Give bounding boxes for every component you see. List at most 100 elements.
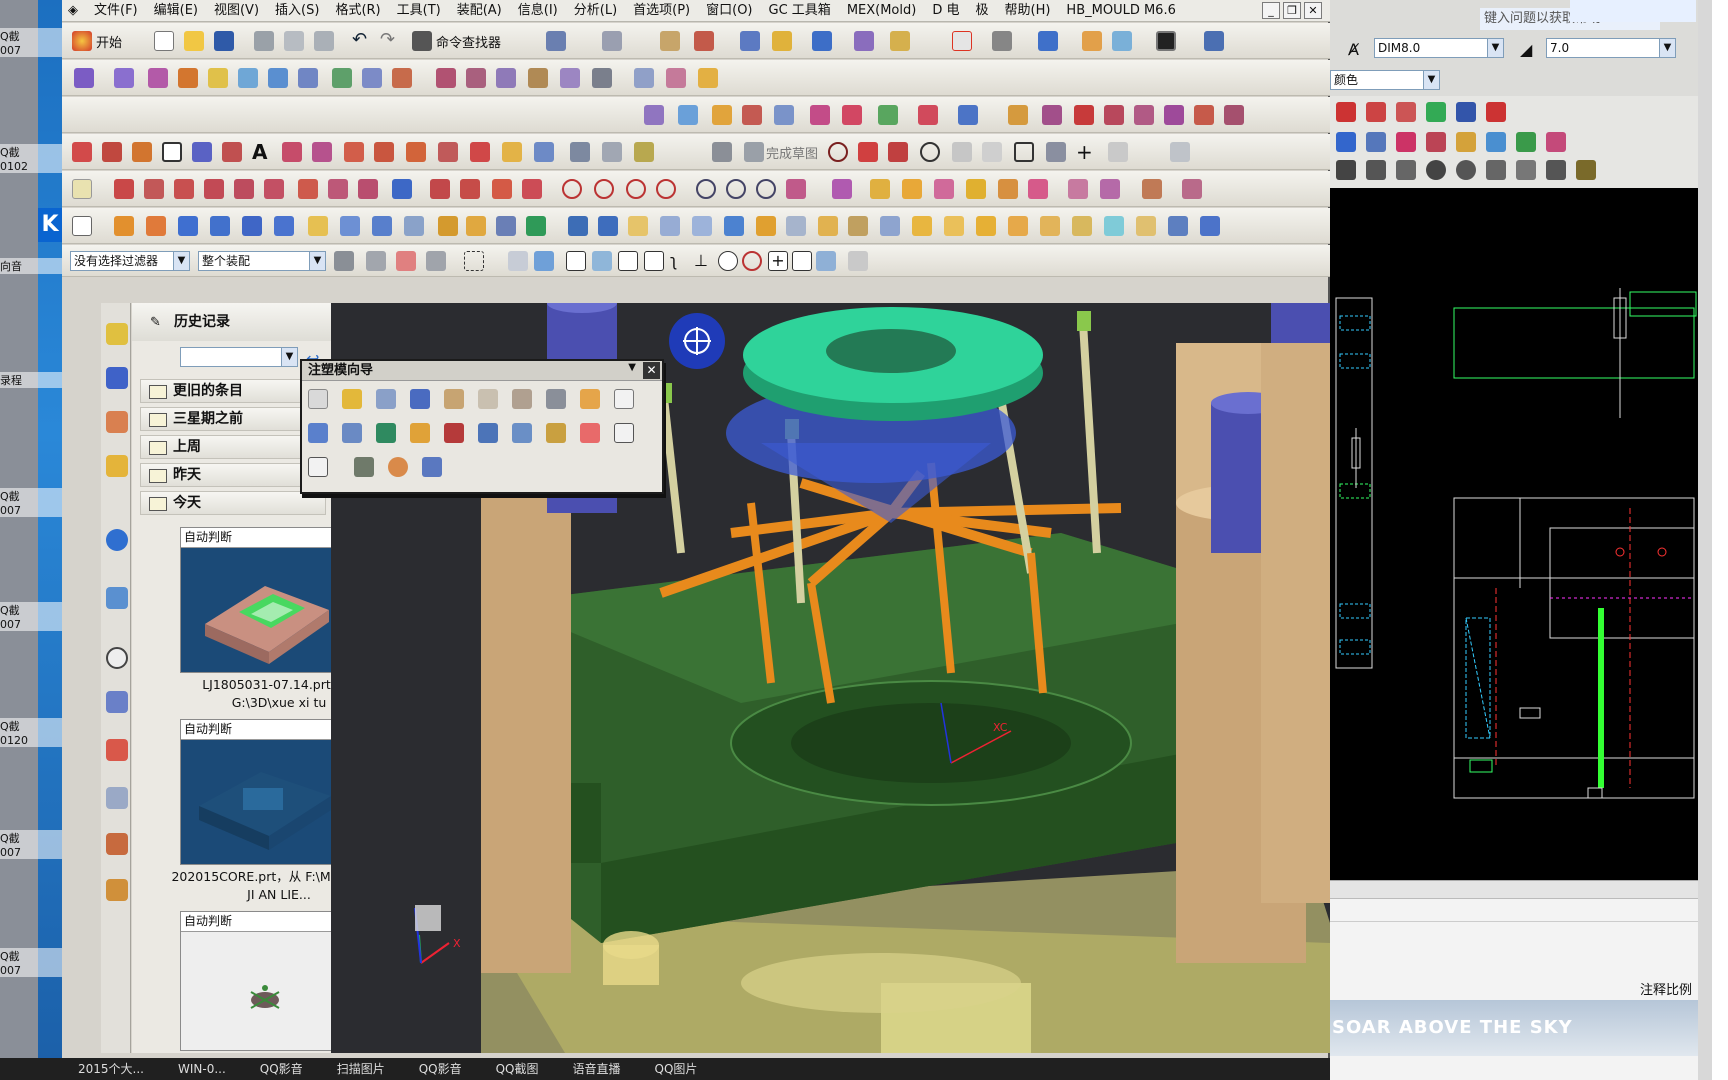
- toolbar-icon[interactable]: [534, 142, 554, 162]
- intersection-icon[interactable]: +: [768, 251, 788, 271]
- toolbar-icon[interactable]: [1008, 216, 1028, 236]
- view-icon[interactable]: [812, 31, 832, 51]
- pin-icon[interactable]: ✎: [150, 315, 161, 330]
- menu-gc-toolkit[interactable]: GC 工具箱: [761, 0, 839, 22]
- toolbar-icon[interactable]: [396, 251, 416, 271]
- toolbar-icon[interactable]: [660, 216, 680, 236]
- desktop-icon-label[interactable]: Q截: [0, 948, 62, 964]
- toolbar-icon[interactable]: [146, 216, 166, 236]
- wizard-icon[interactable]: [422, 457, 442, 477]
- toolbar-icon[interactable]: [1366, 160, 1386, 180]
- toolbar-icon[interactable]: [1396, 132, 1416, 152]
- toolbar-icon[interactable]: [358, 179, 378, 199]
- roles-icon[interactable]: [106, 833, 128, 855]
- taskbar-item[interactable]: 语音直播: [573, 1058, 621, 1080]
- toolbar-icon[interactable]: [712, 105, 732, 125]
- trim-icon[interactable]: [1170, 142, 1190, 162]
- toolbar-icon[interactable]: [1336, 102, 1356, 122]
- toolbar-icon[interactable]: [312, 142, 332, 162]
- display-icon[interactable]: [1112, 31, 1132, 51]
- toolbar-icon[interactable]: [1516, 160, 1536, 180]
- toolbar-icon[interactable]: [774, 105, 794, 125]
- polygon-icon[interactable]: [192, 142, 212, 162]
- tangent-icon[interactable]: [792, 251, 812, 271]
- toolbar-icon[interactable]: [264, 179, 284, 199]
- toolbar-icon[interactable]: [1546, 132, 1566, 152]
- toolbar-icon[interactable]: [332, 68, 352, 88]
- block-icon[interactable]: [210, 216, 230, 236]
- menu-hb-mould[interactable]: HB_MOULD M6.6: [1058, 0, 1183, 22]
- start-button-label[interactable]: 开始: [96, 32, 122, 51]
- cloud-icon[interactable]: [1570, 0, 1696, 22]
- toolbar-icon[interactable]: [534, 251, 554, 271]
- perpendicular-icon[interactable]: ⊥: [694, 251, 714, 271]
- toolbar-icon[interactable]: [1104, 105, 1124, 125]
- toolbar-icon[interactable]: [786, 179, 806, 199]
- history-clock-icon[interactable]: [106, 647, 128, 669]
- menu-view[interactable]: 视图(V): [206, 0, 267, 22]
- toolbar-icon[interactable]: [1182, 179, 1202, 199]
- toolbar-icon[interactable]: [1366, 102, 1386, 122]
- system-materials-icon[interactable]: [106, 691, 128, 713]
- filter-icon[interactable]: [334, 251, 354, 271]
- wizard-icon[interactable]: [410, 423, 430, 443]
- toolbar-icon[interactable]: [848, 216, 868, 236]
- block-icon[interactable]: [178, 216, 198, 236]
- move-icon[interactable]: [772, 31, 792, 51]
- toolbar-icon[interactable]: [944, 216, 964, 236]
- wizard-icon[interactable]: [376, 423, 396, 443]
- scale-icon[interactable]: ◢: [1520, 40, 1532, 59]
- wizard-icon[interactable]: [478, 389, 498, 409]
- menu-file[interactable]: 文件(F): [86, 0, 146, 22]
- midpoint-icon[interactable]: [644, 251, 664, 271]
- close-icon[interactable]: ✕: [643, 362, 660, 379]
- toolbar-icon[interactable]: [998, 179, 1018, 199]
- wizard-icon[interactable]: [342, 423, 362, 443]
- info-icon[interactable]: [106, 529, 128, 551]
- menu-information[interactable]: 信息(I): [510, 0, 566, 22]
- toolbar-icon[interactable]: [430, 179, 450, 199]
- toolbar-icon[interactable]: [742, 105, 762, 125]
- fillet-icon[interactable]: [952, 142, 972, 162]
- toolbar-icon[interactable]: [1426, 132, 1446, 152]
- history-card[interactable]: 自动判断▼: [180, 527, 350, 673]
- view-manager-icon[interactable]: [354, 457, 374, 477]
- desktop-icon-label[interactable]: Q截: [0, 830, 62, 846]
- toolbar-icon[interactable]: [114, 216, 134, 236]
- wizard-icon[interactable]: [512, 423, 532, 443]
- toolbar-icon[interactable]: [174, 179, 194, 199]
- open-folder-icon[interactable]: [184, 31, 204, 51]
- toolbar-icon[interactable]: [1426, 102, 1446, 122]
- toolbar-icon[interactable]: [522, 179, 542, 199]
- toolbar-icon[interactable]: [568, 216, 588, 236]
- wizard-icon[interactable]: [580, 423, 600, 443]
- menu-mex-mold[interactable]: MEX(Mold): [839, 0, 925, 22]
- wizard-icon[interactable]: [308, 389, 328, 409]
- layer-icon[interactable]: [660, 31, 680, 51]
- toolbar-icon[interactable]: [1200, 216, 1220, 236]
- toolbar-icon[interactable]: [438, 216, 458, 236]
- restore-button[interactable]: ❐: [1283, 2, 1301, 19]
- toolbar-icon[interactable]: [958, 105, 978, 125]
- wizard-icon[interactable]: [410, 389, 430, 409]
- command-finder-icon[interactable]: [412, 31, 432, 51]
- toolbar-icon[interactable]: [392, 179, 412, 199]
- history-filter-select[interactable]: ▼: [180, 347, 298, 367]
- history-folder-three-weeks[interactable]: 三星期之前: [140, 407, 326, 431]
- toolbar-icon[interactable]: [1028, 179, 1048, 199]
- process-studio-icon[interactable]: [106, 739, 128, 761]
- menu-analysis[interactable]: 分析(L): [566, 0, 625, 22]
- clip-icon[interactable]: [1082, 31, 1102, 51]
- toolbar-icon[interactable]: [1142, 179, 1162, 199]
- toolbar-icon[interactable]: [628, 216, 648, 236]
- render-icon[interactable]: [992, 31, 1012, 51]
- line-sketch-icon[interactable]: [858, 142, 878, 162]
- toolbar-icon[interactable]: [344, 142, 364, 162]
- transform-icon[interactable]: [740, 31, 760, 51]
- wizard-icon[interactable]: [308, 423, 328, 443]
- arc-sketch-icon[interactable]: [828, 142, 848, 162]
- circle-icon[interactable]: [562, 179, 582, 199]
- desktop-icon-label[interactable]: Q截: [0, 144, 62, 160]
- menu-extra[interactable]: 极: [967, 0, 996, 22]
- wizard-icon[interactable]: [444, 389, 464, 409]
